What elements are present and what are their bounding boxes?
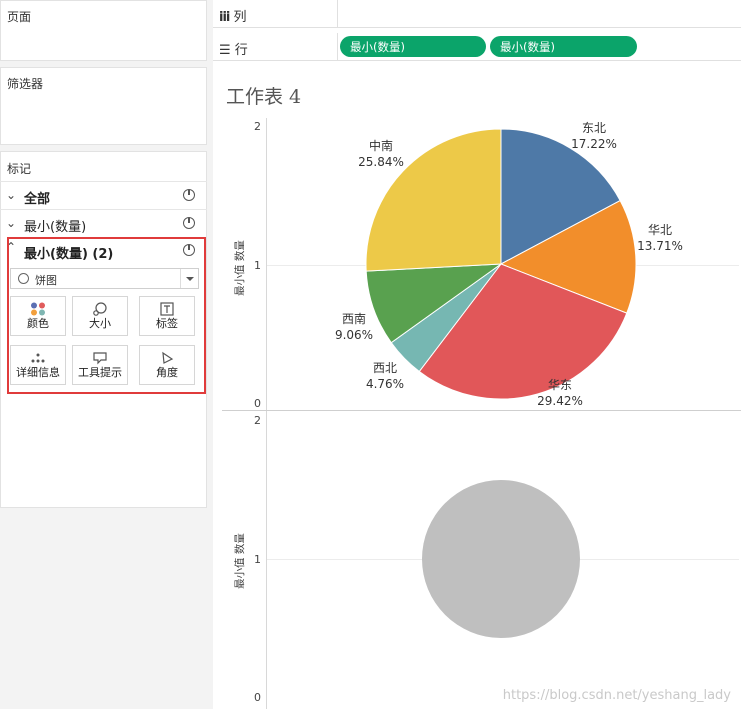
watermark: https://blog.csdn.net/yeshang_lady <box>502 688 731 703</box>
pie-slice[interactable] <box>422 480 580 638</box>
pie-chart-bottom <box>422 480 580 638</box>
